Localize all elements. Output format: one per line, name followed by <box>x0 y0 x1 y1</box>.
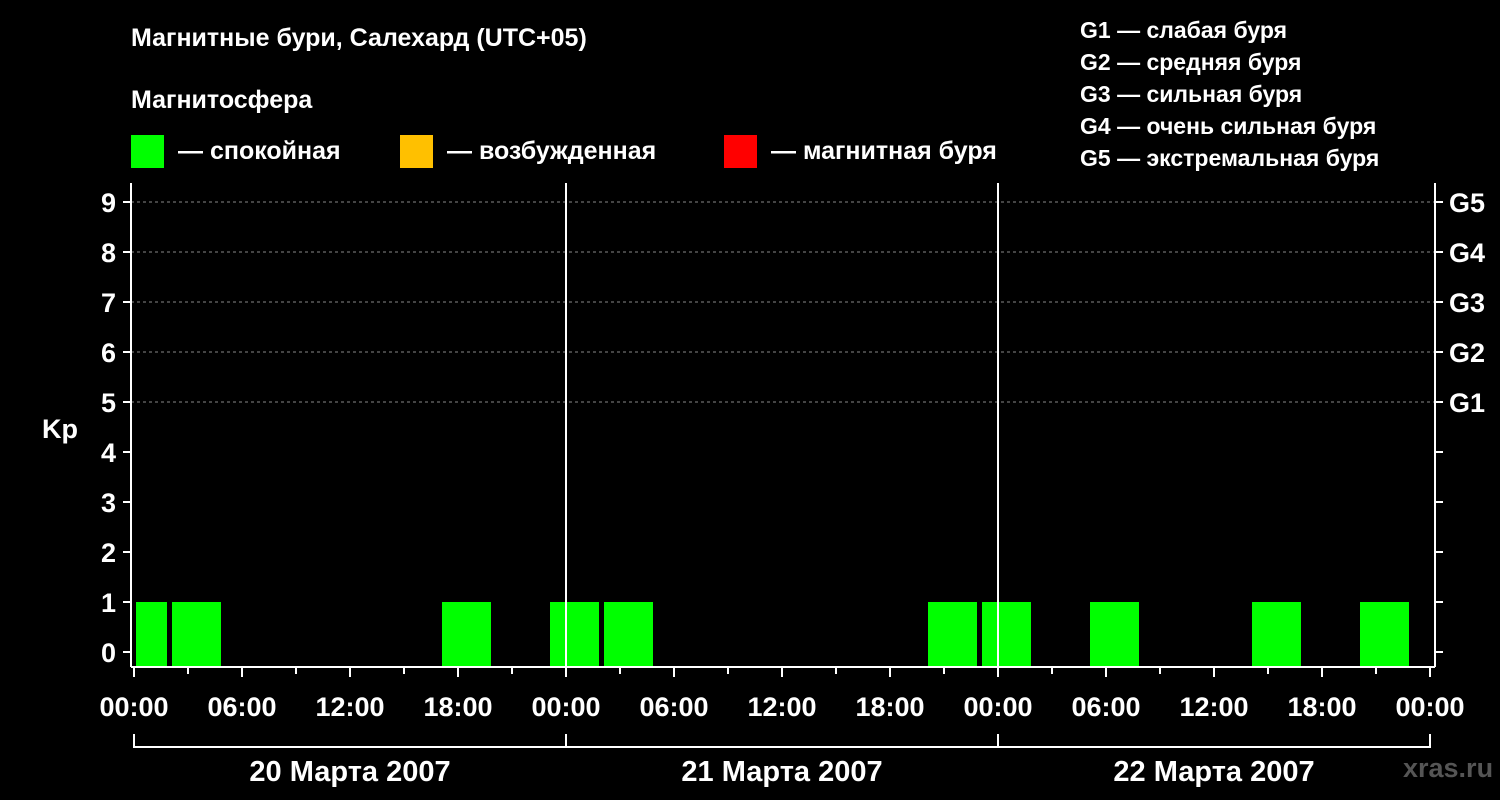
kp-bar-9 <box>1252 602 1301 667</box>
y-tick-label-9: 9 <box>101 188 116 218</box>
kp-bar-3 <box>442 602 491 667</box>
kp-bar-7 <box>982 602 1031 667</box>
x-tick-label-4: 00:00 <box>531 692 600 722</box>
kp-bar-6 <box>928 602 977 667</box>
x-tick-label-10: 12:00 <box>1179 692 1248 722</box>
x-tick-label-9: 06:00 <box>1071 692 1140 722</box>
kp-bar-10 <box>1360 602 1409 667</box>
g-axis-label-g5: G5 <box>1449 188 1485 218</box>
y-tick-label-2: 2 <box>101 538 116 568</box>
kp-bar-8 <box>1090 602 1139 667</box>
x-tick-label-7: 18:00 <box>855 692 924 722</box>
kp-bar-5 <box>604 602 653 667</box>
x-tick-label-5: 06:00 <box>639 692 708 722</box>
y-tick-label-8: 8 <box>101 238 116 268</box>
x-tick-label-3: 18:00 <box>423 692 492 722</box>
x-tick-label-6: 12:00 <box>747 692 816 722</box>
y-tick-label-3: 3 <box>101 488 116 518</box>
y-tick-label-4: 4 <box>101 438 116 468</box>
day-label-1: 20 Марта 2007 <box>249 756 450 788</box>
x-tick-label-12: 00:00 <box>1395 692 1464 722</box>
g-axis-label-g2: G2 <box>1449 338 1485 368</box>
x-tick-label-2: 12:00 <box>315 692 384 722</box>
day-label-2: 21 Марта 2007 <box>681 756 882 788</box>
day-label-3: 22 Марта 2007 <box>1113 756 1314 788</box>
kp-bar-1 <box>136 602 167 667</box>
kp-bar-4 <box>550 602 599 667</box>
g-axis-label-g4: G4 <box>1449 238 1485 268</box>
x-tick-label-11: 18:00 <box>1287 692 1356 722</box>
x-tick-label-1: 06:00 <box>207 692 276 722</box>
g-axis-label-g1: G1 <box>1449 388 1485 418</box>
y-tick-label-6: 6 <box>101 338 116 368</box>
watermark: xras.ru <box>1403 753 1494 783</box>
y-tick-label-7: 7 <box>101 288 116 318</box>
x-tick-label-8: 00:00 <box>963 692 1032 722</box>
x-tick-label-0: 00:00 <box>99 692 168 722</box>
kp-chart: 0 1 2 3 4 5 6 7 8 9 G1 G2 G3 G4 G5 Kp 00:00 06:00 12:00 18:… <box>42 183 1485 788</box>
y-axis-label: Kp <box>42 414 78 444</box>
y-tick-label-1: 1 <box>101 588 116 618</box>
g-axis-label-g3: G3 <box>1449 288 1485 318</box>
y-tick-label-5: 5 <box>101 388 116 418</box>
y-tick-label-0: 0 <box>101 638 116 668</box>
kp-bar-2 <box>172 602 221 667</box>
